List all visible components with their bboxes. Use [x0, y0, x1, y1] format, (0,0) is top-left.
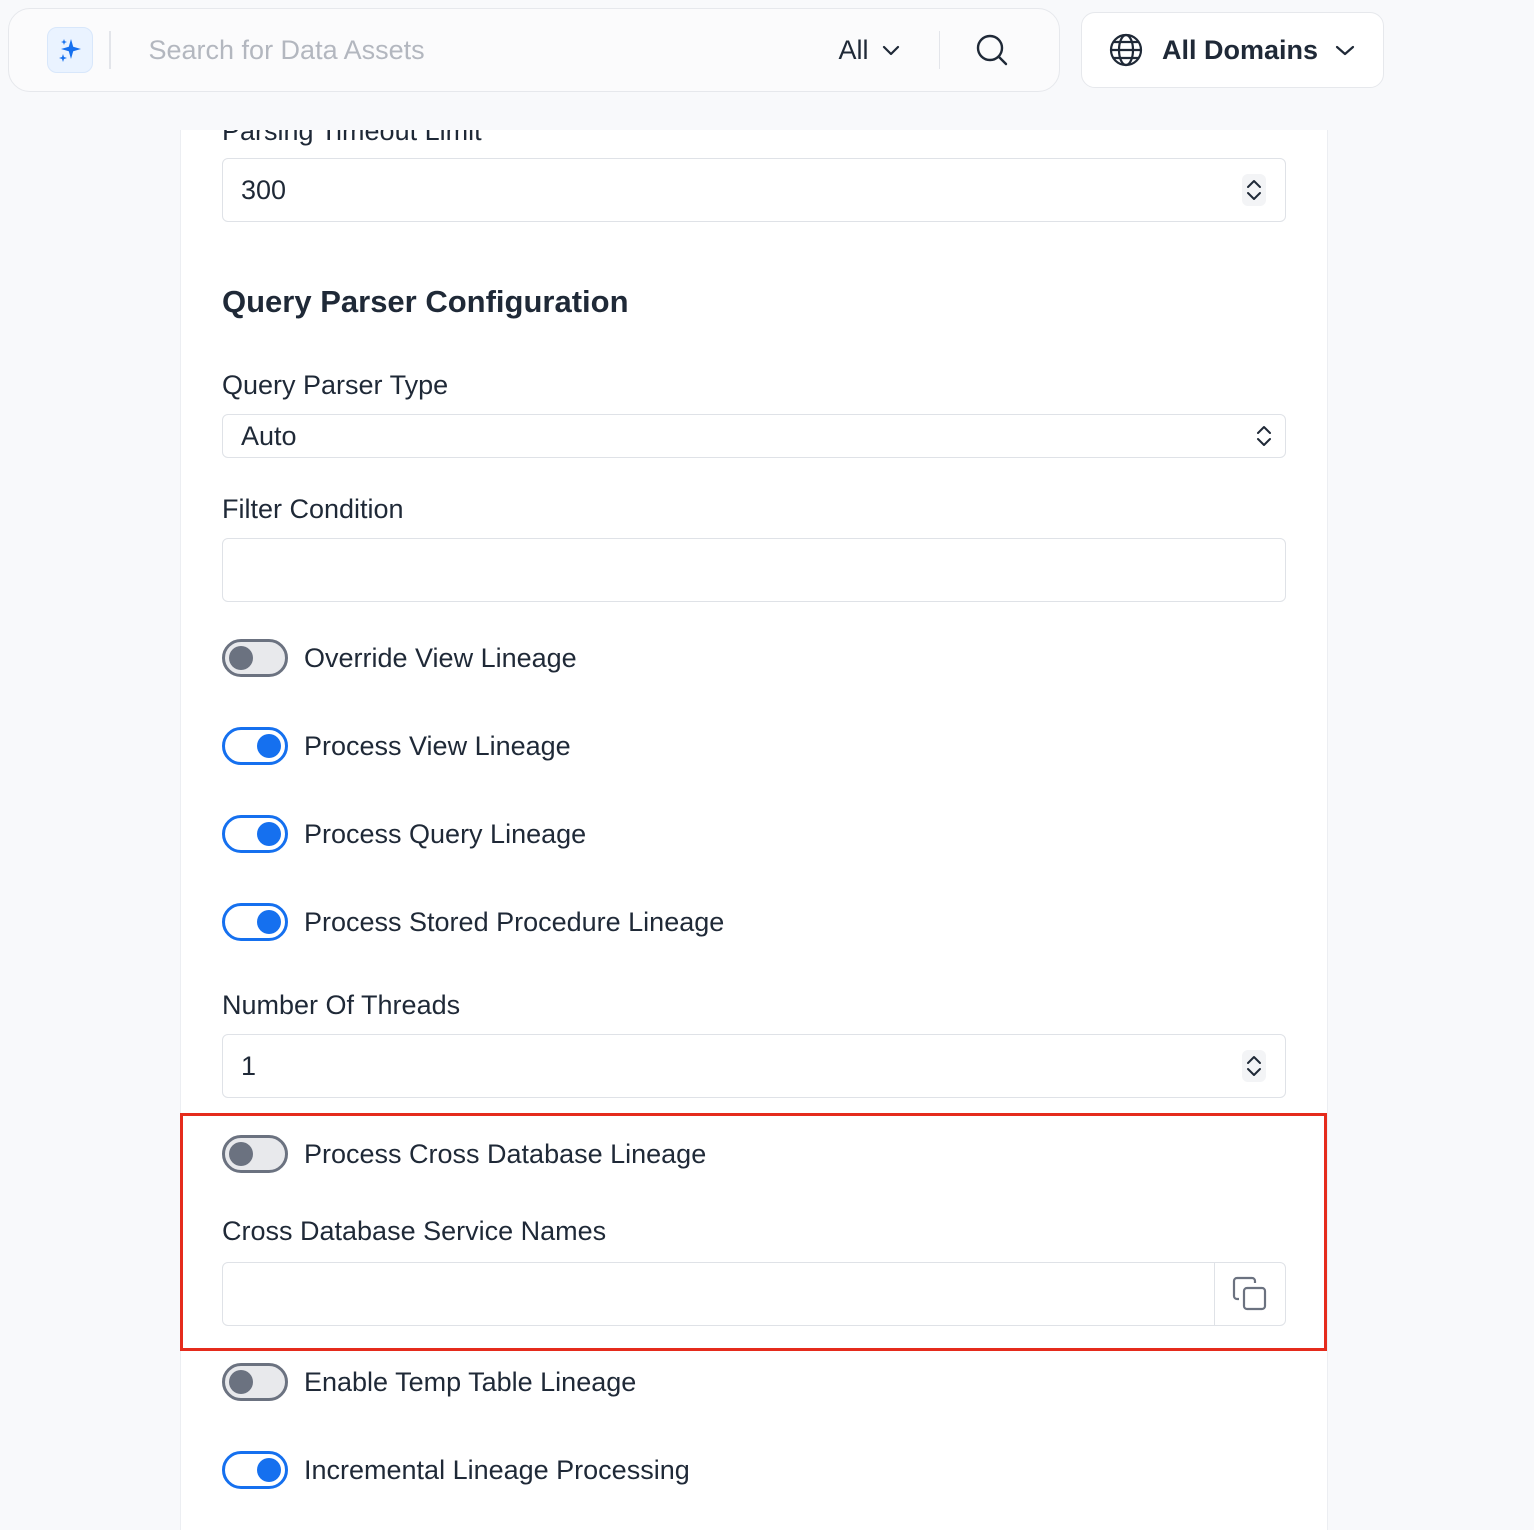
- query-parser-type-value: Auto: [241, 420, 297, 451]
- number-of-threads-input[interactable]: 1: [222, 1034, 1286, 1098]
- copy-icon: [1232, 1276, 1267, 1311]
- query-parser-section-title: Query Parser Configuration: [222, 284, 629, 319]
- toggle-label: Override View Lineage: [304, 642, 577, 673]
- number-stepper-icon[interactable]: [1241, 1049, 1267, 1083]
- cross-database-service-names-label: Cross Database Service Names: [222, 1216, 607, 1246]
- toggle-switch[interactable]: [222, 1135, 288, 1173]
- incremental-lineage-processing-toggle[interactable]: Incremental Lineage Processing: [222, 1451, 690, 1489]
- filter-condition-label: Filter Condition: [222, 494, 404, 524]
- query-parser-type-label: Query Parser Type: [222, 370, 449, 400]
- search-divider: [938, 31, 941, 69]
- search-divider: [109, 31, 111, 69]
- enable-temp-table-lineage-toggle[interactable]: Enable Temp Table Lineage: [222, 1363, 636, 1401]
- number-of-threads-value: 1: [241, 1050, 257, 1081]
- domains-dropdown[interactable]: All Domains: [1081, 12, 1384, 88]
- copy-button[interactable]: [1215, 1275, 1285, 1313]
- chevron-down-icon: [882, 45, 899, 56]
- globe-icon: [1109, 33, 1143, 67]
- process-cross-database-lineage-toggle[interactable]: Process Cross Database Lineage: [222, 1135, 706, 1173]
- parsing-timeout-input[interactable]: 300: [222, 158, 1286, 222]
- parsing-timeout-label: Parsing Timeout Limit: [222, 130, 482, 146]
- chevron-down-icon: [1335, 45, 1355, 56]
- select-arrows-icon: [1257, 426, 1271, 446]
- number-stepper-icon[interactable]: [1241, 173, 1267, 207]
- ai-assistant-button[interactable]: [47, 27, 93, 73]
- search-input[interactable]: [148, 34, 789, 66]
- toggle-switch[interactable]: [222, 815, 288, 853]
- toggle-switch[interactable]: [222, 1451, 288, 1489]
- toggle-label: Process Stored Procedure Lineage: [304, 906, 725, 937]
- parsing-timeout-value: 300: [241, 174, 287, 205]
- filter-condition-input[interactable]: [222, 538, 1286, 602]
- toggle-switch[interactable]: [222, 727, 288, 765]
- override-view-lineage-toggle[interactable]: Override View Lineage: [222, 639, 577, 677]
- search-filter-dropdown[interactable]: All: [839, 35, 901, 66]
- process-query-lineage-toggle[interactable]: Process Query Lineage: [222, 815, 586, 853]
- process-stored-procedure-lineage-toggle[interactable]: Process Stored Procedure Lineage: [222, 903, 724, 941]
- toggle-label: Incremental Lineage Processing: [304, 1454, 690, 1485]
- toggle-label: Process Cross Database Lineage: [304, 1138, 707, 1169]
- query-parser-type-select[interactable]: Auto: [222, 414, 1286, 458]
- number-of-threads-label: Number Of Threads: [222, 990, 461, 1020]
- toggle-switch[interactable]: [222, 1363, 288, 1401]
- toggle-label: Enable Temp Table Lineage: [304, 1366, 637, 1397]
- toggle-switch[interactable]: [222, 639, 288, 677]
- search-filter-value: All: [838, 34, 869, 65]
- sparkle-icon: [59, 39, 81, 62]
- search-bar: All: [8, 8, 1060, 92]
- toggle-switch[interactable]: [222, 903, 288, 941]
- ingestion-config-form: Parsing Timeout Limit 300 Query Parser C…: [180, 130, 1328, 1530]
- domains-label: All Domains: [1162, 34, 1319, 65]
- cross-database-service-names-input[interactable]: [222, 1262, 1286, 1326]
- search-icon: [976, 34, 1008, 66]
- search-button[interactable]: [972, 30, 1012, 70]
- toggle-label: Process View Lineage: [304, 730, 571, 761]
- process-view-lineage-toggle[interactable]: Process View Lineage: [222, 727, 571, 765]
- toggle-label: Process Query Lineage: [304, 818, 587, 849]
